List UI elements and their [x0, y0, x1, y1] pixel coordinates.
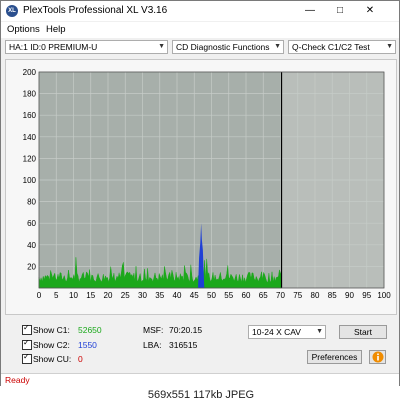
- menu-bar: Options Help: [1, 22, 399, 38]
- app-window: XL PlexTools Professional XL V3.16 — □ ✕…: [0, 0, 400, 387]
- y-tick-label: 80: [27, 198, 36, 207]
- show-c1-checkbox[interactable]: [22, 323, 32, 335]
- y-tick-label: 180: [23, 90, 37, 99]
- status-text: Ready: [5, 375, 30, 385]
- x-tick-label: 25: [121, 291, 130, 300]
- x-tick-label: 100: [377, 291, 391, 300]
- app-logo-icon: XL: [6, 5, 18, 17]
- y-tick-label: 120: [23, 154, 37, 163]
- close-button[interactable]: ✕: [357, 1, 383, 21]
- x-tick-label: 15: [86, 291, 95, 300]
- image-caption: 569x551 117kb JPEG: [0, 386, 402, 404]
- menu-options[interactable]: Options: [7, 24, 40, 35]
- y-tick-label: 160: [23, 111, 37, 120]
- preferences-button[interactable]: Preferences: [307, 350, 362, 364]
- x-tick-label: 65: [259, 291, 268, 300]
- x-tick-label: 45: [190, 291, 199, 300]
- x-tick-label: 55: [224, 291, 233, 300]
- msf-value: 70:20.15: [169, 325, 203, 335]
- c1-value: 52650: [78, 325, 102, 335]
- speed-select-value: 10-24 X CAV: [252, 327, 301, 337]
- chevron-down-icon: ▼: [158, 43, 165, 50]
- show-cu-checkbox[interactable]: [22, 352, 32, 364]
- test-select-value: Q-Check C1/C2 Test: [292, 42, 370, 52]
- x-tick-label: 60: [242, 291, 251, 300]
- y-tick-label: 140: [23, 133, 37, 142]
- menu-help[interactable]: Help: [46, 24, 66, 35]
- msf-label: MSF:: [143, 325, 164, 335]
- show-c1-label: Show C1:: [33, 325, 70, 335]
- x-tick-label: 40: [173, 291, 182, 300]
- minimize-button[interactable]: —: [297, 1, 323, 21]
- info-button[interactable]: [369, 350, 386, 364]
- cu-value: 0: [78, 354, 83, 364]
- x-tick-label: 20: [104, 291, 113, 300]
- x-tick-label: 75: [293, 291, 302, 300]
- x-tick-label: 5: [54, 291, 59, 300]
- c2-value: 1550: [78, 340, 97, 350]
- y-tick-label: 20: [27, 262, 36, 271]
- x-tick-label: 30: [138, 291, 147, 300]
- test-select[interactable]: Q-Check C1/C2 Test ▼: [288, 40, 396, 54]
- show-c2-label: Show C2:: [33, 340, 70, 350]
- x-tick-label: 35: [155, 291, 164, 300]
- x-tick-label: 80: [311, 291, 320, 300]
- chevron-down-icon: ▼: [274, 43, 281, 50]
- window-title: PlexTools Professional XL V3.16: [23, 5, 168, 16]
- y-tick-label: 100: [23, 176, 37, 185]
- lba-label: LBA:: [143, 340, 162, 350]
- x-tick-label: 0: [37, 291, 42, 300]
- function-select-value: CD Diagnostic Functions: [176, 42, 270, 52]
- y-tick-label: 40: [27, 241, 36, 250]
- title-bar[interactable]: XL PlexTools Professional XL V3.16 — □ ✕: [1, 1, 399, 21]
- info-icon: [372, 351, 383, 363]
- start-button[interactable]: Start: [339, 325, 387, 339]
- x-tick-label: 70: [276, 291, 285, 300]
- c1-c2-error-chart: 20 40 60 80 100 120 140 160 180 200 0 5 10 15 20 25 30 35…: [23, 68, 392, 300]
- drive-select-value: HA:1 ID:0 PREMIUM-U: [9, 42, 98, 52]
- y-tick-label: 200: [23, 68, 37, 77]
- y-tick-label: 60: [27, 219, 36, 228]
- x-tick-label: 10: [69, 291, 78, 300]
- status-bar: Ready: [1, 373, 399, 387]
- lba-value: 316515: [169, 340, 198, 350]
- x-tick-label: 50: [207, 291, 216, 300]
- show-cu-label: Show CU:: [33, 354, 72, 364]
- x-tick-label: 90: [345, 291, 354, 300]
- maximize-button[interactable]: □: [327, 1, 353, 21]
- chevron-down-icon: ▼: [386, 43, 393, 50]
- speed-select[interactable]: 10-24 X CAV ▼: [248, 325, 326, 339]
- drive-select[interactable]: HA:1 ID:0 PREMIUM-U ▼: [5, 40, 168, 54]
- x-tick-label: 95: [362, 291, 371, 300]
- chevron-down-icon: ▼: [316, 328, 323, 335]
- x-tick-label: 85: [328, 291, 337, 300]
- function-select[interactable]: CD Diagnostic Functions ▼: [172, 40, 284, 54]
- chart-panel: 20 40 60 80 100 120 140 160 180 200 0 5 10 15 20 25 30 35…: [5, 59, 397, 315]
- show-c2-checkbox[interactable]: [22, 338, 32, 350]
